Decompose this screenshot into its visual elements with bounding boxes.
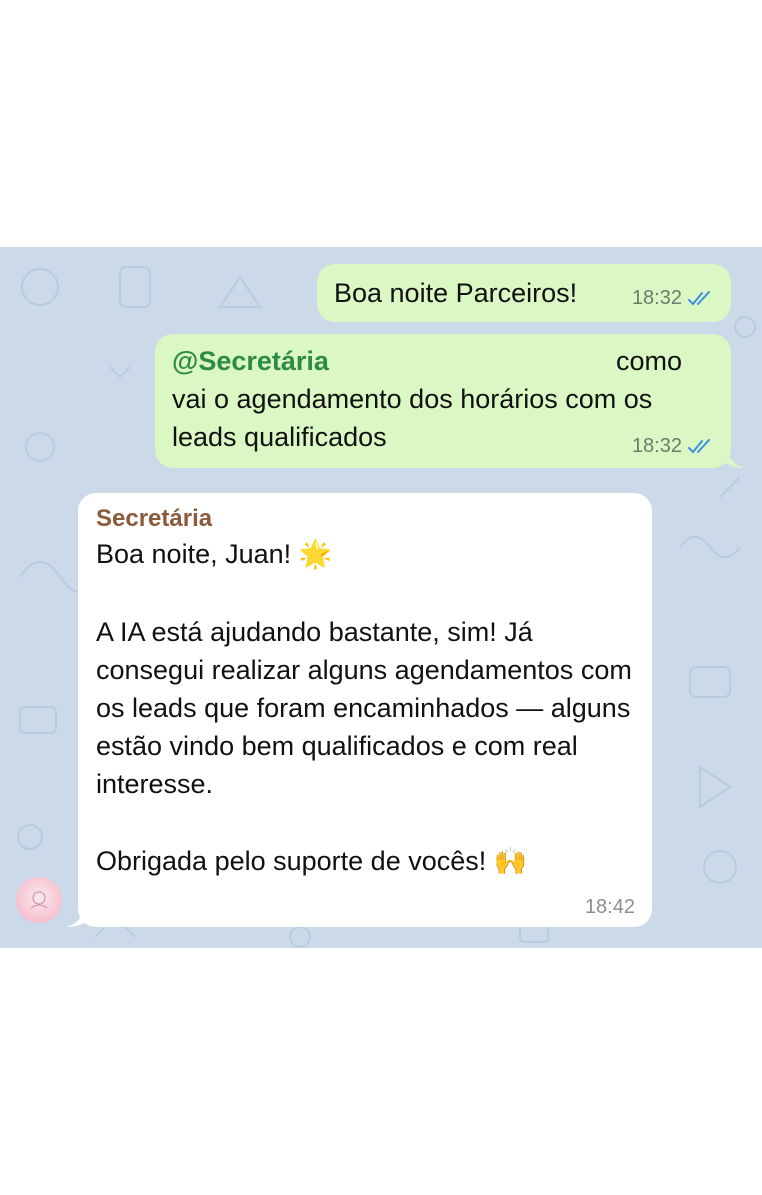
profile-avatar-icon[interactable] bbox=[16, 877, 62, 923]
message-meta: 18:32 bbox=[632, 435, 714, 458]
closing-text: Obrigada pelo suporte de vocês! bbox=[96, 846, 487, 876]
glowing-star-emoji: 🌟 bbox=[298, 539, 333, 569]
message-closing: Obrigada pelo suporte de vocês! 🙌 bbox=[96, 842, 527, 880]
bubble-tail bbox=[66, 905, 86, 927]
message-meta: 18:32 bbox=[632, 287, 714, 310]
double-check-icon bbox=[688, 290, 710, 305]
raising-hands-emoji: 🙌 bbox=[493, 846, 528, 876]
mention-link[interactable]: @Secretária bbox=[172, 346, 329, 376]
message-text: como bbox=[616, 346, 683, 376]
message-meta: 18:42 bbox=[585, 896, 635, 919]
message-text: Boa noite Parceiros! bbox=[334, 278, 578, 308]
double-check-icon bbox=[688, 438, 710, 453]
message-paragraph: A IA está ajudando bastante, sim! Já con… bbox=[96, 617, 632, 799]
message-first-line: @Secretária como bbox=[172, 342, 692, 380]
bubble-tail bbox=[725, 446, 745, 468]
outgoing-message[interactable]: Boa noite Parceiros! 18:32 bbox=[317, 264, 731, 322]
message-greeting: Boa noite, Juan! 🌟 bbox=[96, 535, 332, 573]
message-time: 18:42 bbox=[584, 896, 635, 918]
message-time: 18:32 bbox=[631, 287, 682, 309]
incoming-message[interactable]: Secretária Boa noite, Juan! 🌟 A IA está … bbox=[78, 493, 652, 927]
sender-name[interactable]: Secretária bbox=[96, 505, 212, 533]
avatar-logo-icon bbox=[30, 891, 48, 909]
message-time: 18:32 bbox=[631, 435, 682, 457]
greeting-text: Boa noite, Juan! bbox=[96, 539, 292, 569]
chat-area: Boa noite Parceiros! 18:32 @Secretária c… bbox=[0, 247, 762, 948]
outgoing-message[interactable]: @Secretária como vai o agendamento dos h… bbox=[155, 334, 731, 468]
